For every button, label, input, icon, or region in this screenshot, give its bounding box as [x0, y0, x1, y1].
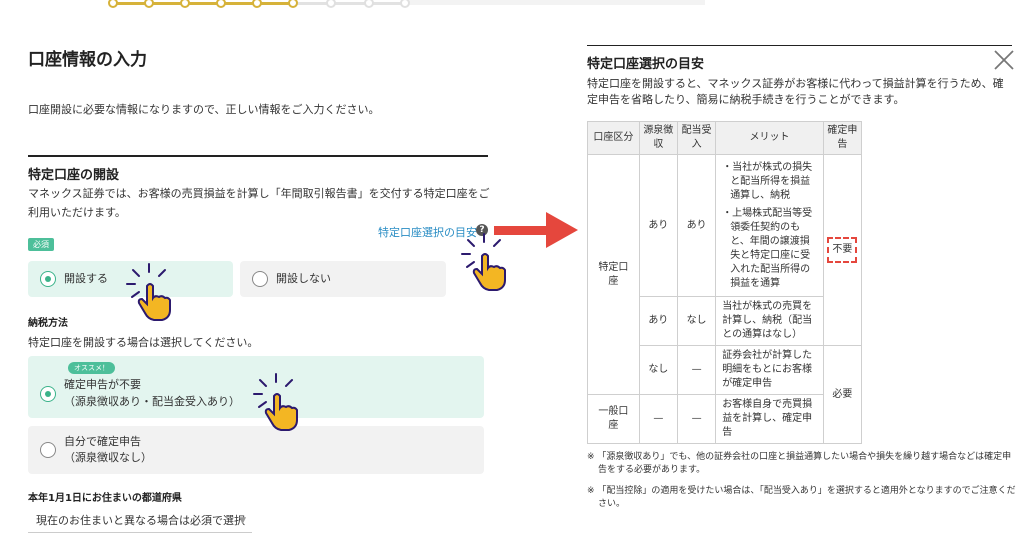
option-sublabel: （源泉徴収なし） [64, 451, 152, 464]
required-badge: 必須 [28, 238, 54, 251]
header-tax-return: 確定申告 [822, 121, 863, 155]
header-account-type: 口座区分 [587, 121, 640, 155]
progress-step-dot [364, 0, 374, 8]
table-cell: あり [638, 296, 678, 346]
header-withholding: 源泉徴収 [638, 121, 678, 155]
open-account-option-no[interactable]: 開設しない [240, 261, 446, 297]
option-label: 自分で確定申告 [64, 435, 141, 448]
header-merit: メリット [715, 121, 824, 155]
option-label: 開設しない [276, 272, 331, 285]
table-cell: なし [638, 345, 678, 395]
progress-stepper [0, 0, 720, 12]
radio-selected-icon[interactable] [40, 386, 56, 402]
table-cell-merit: 当社が株式の売買を計算し、納税（配当との通算はなし） [715, 296, 824, 346]
page-title: 口座情報の入力 [28, 50, 147, 70]
cell-tokutei: 特定口座 [587, 154, 640, 395]
progress-step-dot [108, 0, 118, 8]
section-description: マネックス証券では、お客様の売買損益を計算し「年間取引報告書」を交付する特定口座… [28, 187, 490, 219]
table-cell: なし [676, 296, 717, 346]
table-cell-merit: ・当社が株式の損失と配当所得を損益通算し、納税 ・上場株式配当等受領委任契約のも… [715, 154, 824, 297]
table-cell-hitsuyou: 必要 [822, 345, 863, 444]
table-cell: — [676, 345, 717, 395]
tax-method-description: 特定口座を開設する場合は選択してください。 [28, 336, 259, 349]
highlight-box: 不要 [827, 237, 858, 263]
close-icon[interactable] [992, 48, 1016, 72]
cell-ippan: 一般口座 [587, 394, 640, 444]
progress-step-dot [288, 0, 298, 8]
note-withholding: ※ 「源泉徴収あり」でも、他の証券会社の口座と損益通算したい場合や損失を繰り越す… [587, 452, 1012, 475]
option-sublabel: （源泉徴収あり・配当金受入あり） [64, 395, 240, 408]
merit-line: ・上場株式配当等受領委任契約のもと、年間の譲渡損失と特定口座に受入れた配当所得の… [722, 207, 813, 289]
tax-option-self-filing[interactable]: 自分で確定申告 （源泉徴収なし） [28, 426, 484, 474]
account-guide-table: 口座区分 源泉徴収 配当受入 メリット 確定申告 特定口座 あり あり ・当社が… [587, 121, 863, 444]
note-dividend: ※ 「配当控除」の適用を受けたい場合は、「配当受入あり」を選択すると適用外となり… [587, 486, 1016, 509]
prefecture-title: 本年1月1日にお住まいの都道府県 [28, 493, 182, 504]
panel-description: 特定口座を開設すると、マネックス証券がお客様に代わって損益計算を行うため、確定申… [587, 77, 1004, 106]
option-label: 確定申告が不要 [64, 378, 141, 391]
radio-unselected-icon[interactable] [252, 271, 268, 287]
table-cell: あり [676, 154, 717, 297]
radio-selected-icon[interactable] [40, 271, 56, 287]
merit-line: ・当社が株式の損失と配当所得を損益通算し、納税 [722, 161, 813, 201]
header-dividend: 配当受入 [676, 121, 717, 155]
progress-background [405, 0, 705, 5]
progress-step-dot [400, 0, 410, 8]
table-cell-merit: 証券会社が計算した明細をもとにお客様が確定申告 [715, 345, 824, 395]
progress-step-dot [144, 0, 154, 8]
panel-title: 特定口座選択の目安 [587, 57, 705, 72]
section-divider [28, 155, 488, 157]
progress-track-remaining [295, 2, 405, 5]
table-cell-fuyou: 不要 [822, 154, 863, 346]
option-label: 開設する [64, 272, 108, 285]
table-header-row: 口座区分 源泉徴収 配当受入 メリット 確定申告 [587, 121, 863, 155]
tap-hand-icon [253, 373, 298, 431]
progress-step-dot [216, 0, 226, 8]
chevron-down-icon: ▼ [239, 516, 246, 526]
table-cell: あり [638, 154, 678, 297]
progress-step-dot [326, 0, 336, 8]
red-arrow-icon [494, 212, 578, 248]
recommend-badge: オススメ！ [68, 362, 115, 374]
progress-track-done [110, 2, 295, 5]
prefecture-select[interactable]: 現在のお住まいと異なる場合は必須で選択 ▼ [28, 509, 252, 533]
tax-method-title: 納税方法 [28, 318, 68, 329]
radio-unselected-icon[interactable] [40, 442, 56, 458]
table-cell: — [638, 394, 678, 444]
table-cell: — [676, 394, 717, 444]
section-title: 特定口座の開設 [28, 168, 120, 183]
table-cell-merit: お客様自身で売買損益を計算し、確定申告 [715, 394, 824, 444]
select-value: 現在のお住まいと異なる場合は必須で選択 [36, 514, 245, 527]
progress-step-dot [252, 0, 262, 8]
intro-text: 口座開設に必要な情報になりますので、正しい情報をご入力ください。 [28, 103, 380, 116]
table-row: 一般口座 — — お客様自身で売買損益を計算し、確定申告 [587, 394, 862, 444]
table-row: 特定口座 あり あり ・当社が株式の損失と配当所得を損益通算し、納税 ・上場株式… [587, 154, 863, 395]
progress-step-dot [180, 0, 190, 8]
panel-top-border [587, 45, 1012, 46]
tap-hand-icon [126, 263, 171, 321]
